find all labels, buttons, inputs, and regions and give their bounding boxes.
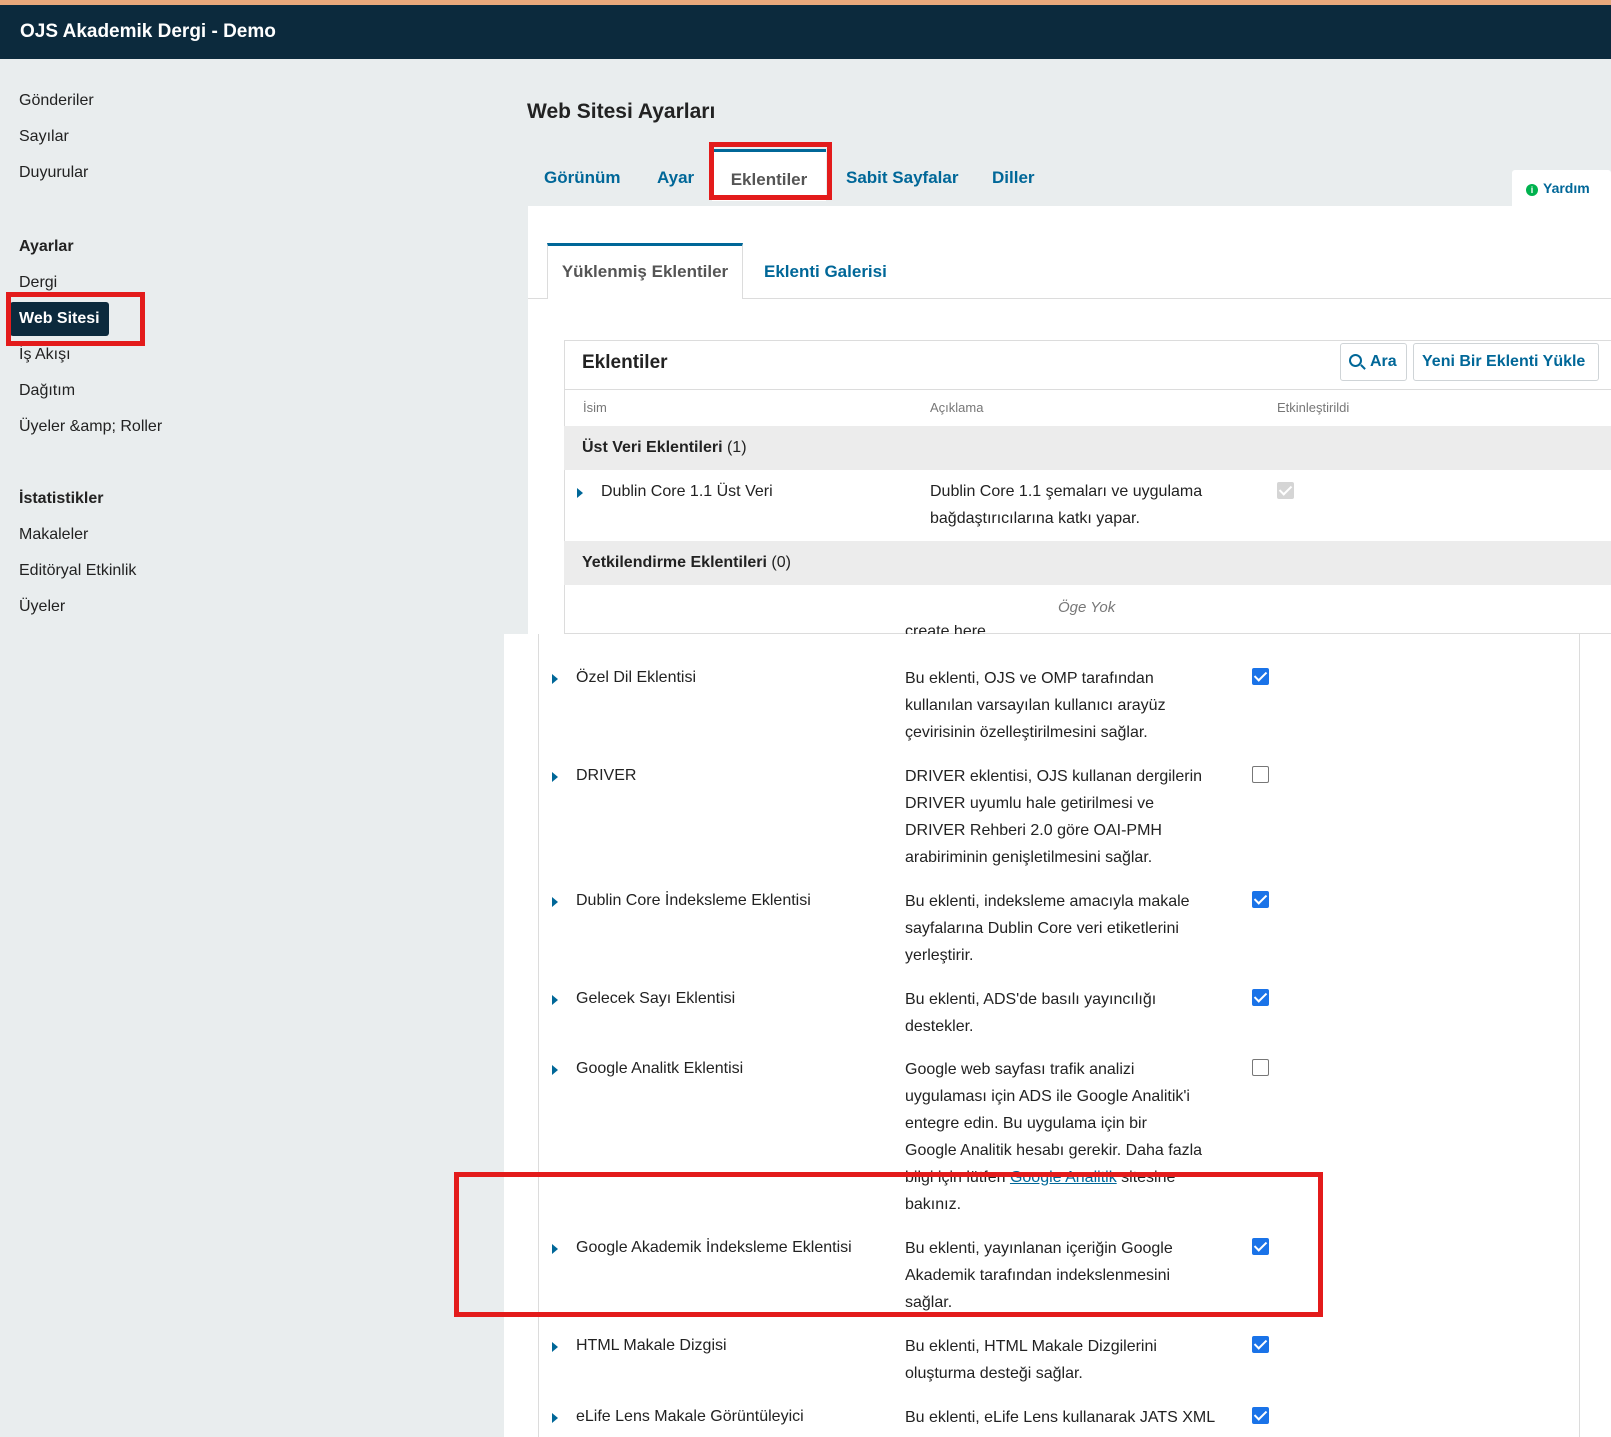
tab-static-pages[interactable]: Sabit Sayfalar bbox=[846, 168, 958, 188]
tab-setup[interactable]: Ayar bbox=[657, 168, 694, 188]
help-button[interactable]: i Yardım bbox=[1512, 170, 1611, 206]
lower-left-background bbox=[0, 634, 504, 1437]
column-header-name: İsim bbox=[583, 400, 607, 415]
plugin-name: DRIVER bbox=[576, 767, 637, 784]
sidebar-item-editorial-activity[interactable]: Editöryal Etkinlik bbox=[19, 562, 136, 580]
top-header: OJS Akademik Dergi - Demo bbox=[0, 0, 1611, 59]
expand-arrow-icon[interactable] bbox=[552, 897, 558, 907]
sidebar-item-submissions[interactable]: Gönderiler bbox=[19, 92, 94, 110]
expand-arrow-icon[interactable] bbox=[552, 995, 558, 1005]
search-icon bbox=[1349, 354, 1362, 367]
sidebar-heading-statistics: İstatistikler bbox=[19, 490, 104, 507]
truncated-text: create here. bbox=[905, 625, 991, 634]
plugin-name: HTML Makale Dizgisi bbox=[576, 1337, 727, 1354]
plugin-description: Bu eklenti, indeksleme amacıyla makale sa… bbox=[905, 893, 1190, 964]
subtab-installed-plugins[interactable]: Yüklenmiş Eklentiler bbox=[547, 243, 743, 299]
sidebar-item-issues[interactable]: Sayılar bbox=[19, 128, 69, 146]
plugin-enabled-checkbox[interactable] bbox=[1252, 668, 1269, 685]
plugin-enabled-checkbox[interactable] bbox=[1252, 1336, 1269, 1353]
sidebar-item-announcements[interactable]: Duyurular bbox=[19, 164, 88, 182]
app-title[interactable]: OJS Akademik Dergi - Demo bbox=[20, 21, 276, 43]
sidebar-item-users-roles[interactable]: Üyeler &amp; Roller bbox=[19, 418, 162, 436]
plugin-enabled-checkbox[interactable] bbox=[1252, 766, 1269, 783]
category-row-metadata[interactable]: Üst Veri Eklentileri (1) bbox=[564, 426, 1611, 470]
plugin-description: Bu eklenti, eLife Lens kullanarak JATS X… bbox=[905, 1409, 1216, 1426]
expand-arrow-icon[interactable] bbox=[577, 488, 583, 498]
plugin-name: Google Analitk Eklentisi bbox=[576, 1060, 744, 1077]
search-label: Ara bbox=[1370, 353, 1397, 370]
category-label: Üst Veri Eklentileri (1) bbox=[582, 439, 747, 456]
plugin-name: Özel Dil Eklentisi bbox=[576, 669, 697, 686]
page-title: Web Sitesi Ayarları bbox=[527, 100, 716, 123]
highlight-box-website bbox=[6, 292, 145, 346]
sidebar-item-journal[interactable]: Dergi bbox=[19, 274, 57, 292]
grid-title: Eklentiler bbox=[582, 352, 668, 373]
highlight-box-plugins-tab bbox=[709, 142, 832, 200]
category-label: Yetkilendirme Eklentileri (0) bbox=[582, 554, 791, 571]
plugin-enabled-checkbox[interactable] bbox=[1277, 482, 1294, 499]
plugin-description: Bu eklenti, HTML Makale Dizgilerini oluşt… bbox=[905, 1338, 1157, 1382]
sidebar-heading-settings: Ayarlar bbox=[19, 238, 74, 255]
sidebar-item-users[interactable]: Üyeler bbox=[19, 598, 65, 616]
tab-appearance[interactable]: Görünüm bbox=[544, 168, 621, 188]
column-header-description: Açıklama bbox=[930, 400, 984, 415]
plugin-description: Bu eklenti, OJS ve OMP tarafından kullanı… bbox=[905, 670, 1166, 741]
plugin-enabled-checkbox[interactable] bbox=[1252, 989, 1269, 1006]
info-icon: i bbox=[1526, 184, 1538, 196]
plugin-enabled-checkbox[interactable] bbox=[1252, 1407, 1269, 1424]
highlight-box-google-scholar bbox=[454, 1172, 1323, 1317]
sidebar-item-articles[interactable]: Makaleler bbox=[19, 526, 88, 544]
plugin-enabled-checkbox[interactable] bbox=[1252, 1059, 1269, 1076]
grid-header-divider bbox=[564, 389, 1611, 390]
subtab-plugin-gallery[interactable]: Eklenti Galerisi bbox=[764, 262, 887, 282]
help-label: Yardım bbox=[1543, 180, 1590, 196]
column-header-enabled: Etkinleştirildi bbox=[1277, 400, 1350, 415]
search-button[interactable]: Ara bbox=[1340, 343, 1407, 381]
expand-arrow-icon[interactable] bbox=[552, 674, 558, 684]
sidebar-item-distribution[interactable]: Dağıtım bbox=[19, 382, 75, 400]
plugin-description: Bu eklenti, ADS'de basılı yayıncılığı des… bbox=[905, 991, 1157, 1035]
upload-plugin-button[interactable]: Yeni Bir Eklenti Yükle bbox=[1413, 343, 1599, 381]
expand-arrow-icon[interactable] bbox=[552, 772, 558, 782]
plugin-enabled-checkbox[interactable] bbox=[1252, 891, 1269, 908]
plugin-description: Dublin Core 1.1 şemaları ve uygulama bağd… bbox=[930, 483, 1203, 527]
expand-arrow-icon[interactable] bbox=[552, 1342, 558, 1352]
plugin-name: Gelecek Sayı Eklentisi bbox=[576, 990, 736, 1007]
plugin-name: Dublin Core İndeksleme Eklentisi bbox=[576, 892, 811, 909]
sidebar-item-workflow[interactable]: İş Akışı bbox=[19, 346, 71, 364]
expand-arrow-icon[interactable] bbox=[552, 1065, 558, 1075]
plugin-name: Dublin Core 1.1 Üst Veri bbox=[601, 483, 773, 500]
plugin-description: DRIVER eklentisi, OJS kullanan dergileri… bbox=[905, 768, 1203, 866]
plugin-name: eLife Lens Makale Görüntüleyici bbox=[576, 1408, 804, 1425]
expand-arrow-icon[interactable] bbox=[552, 1413, 558, 1423]
empty-message: Öge Yok bbox=[1058, 599, 1116, 616]
tab-languages[interactable]: Diller bbox=[992, 168, 1035, 188]
category-row-auth[interactable]: Yetkilendirme Eklentileri (0) bbox=[564, 541, 1611, 585]
